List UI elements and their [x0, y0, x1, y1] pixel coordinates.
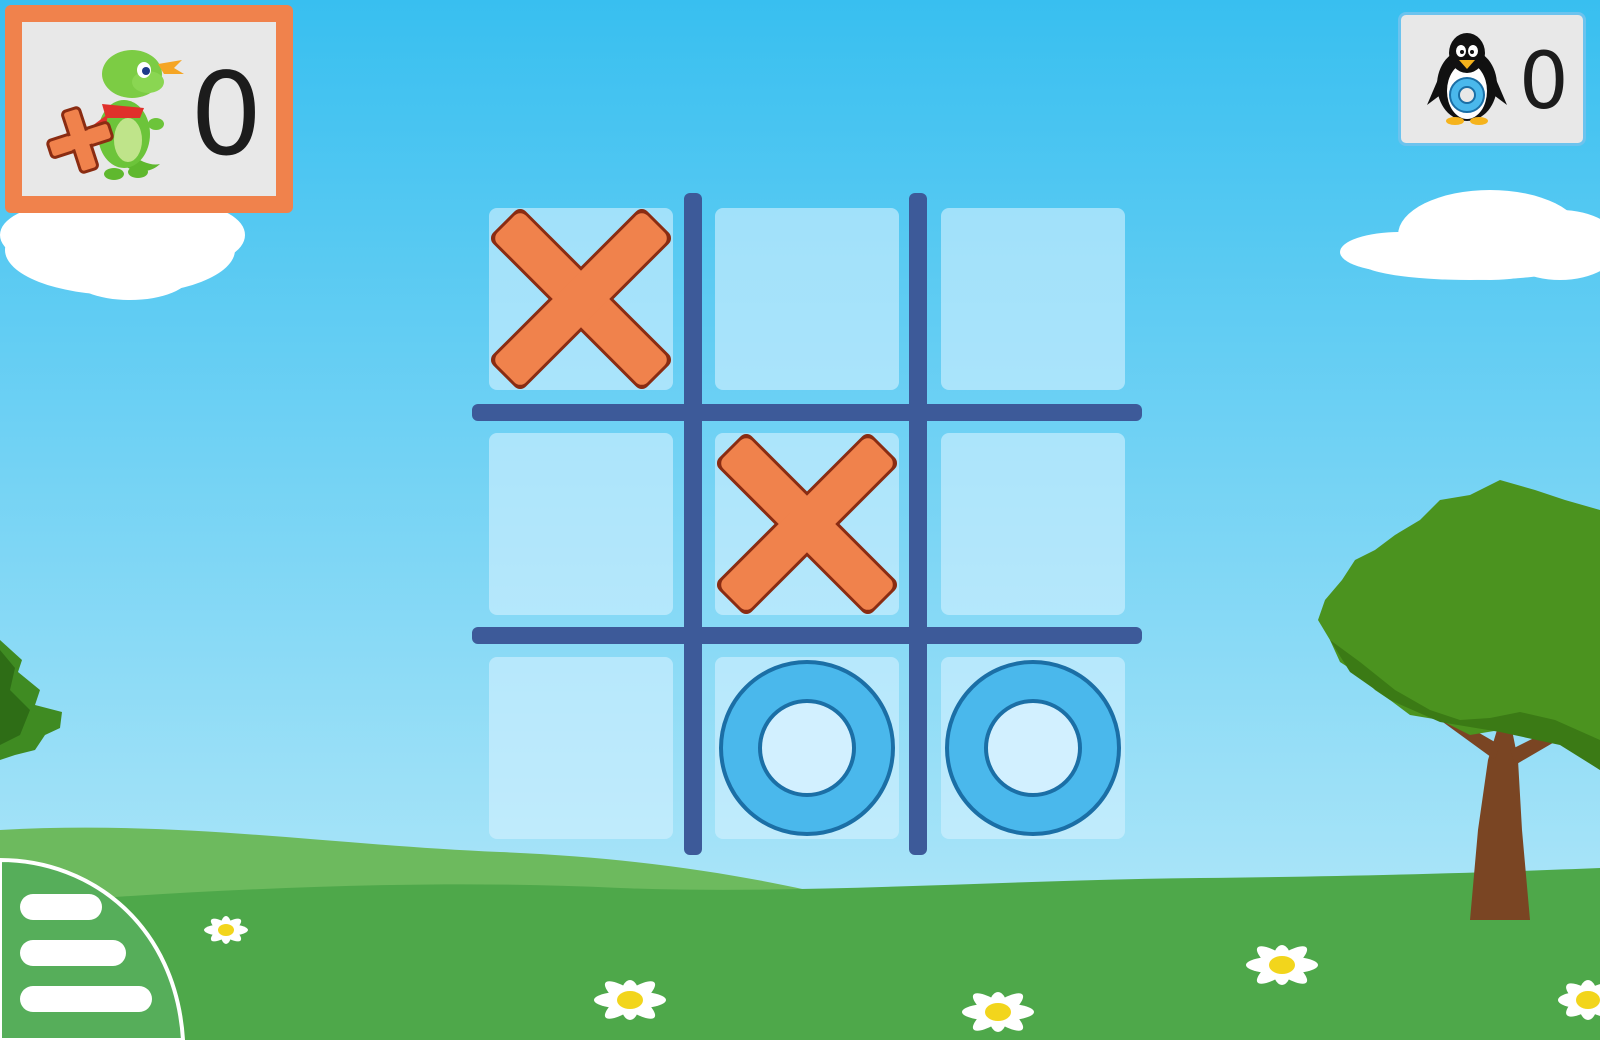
- grid-line-vertical-1: [684, 193, 702, 855]
- board-cell-6[interactable]: [941, 433, 1125, 615]
- grass-ground: [0, 868, 1600, 1040]
- grid-line-horizontal-2: [472, 627, 1142, 644]
- board-cell-3[interactable]: [941, 208, 1125, 390]
- board-cell-8[interactable]: [715, 657, 899, 839]
- x-mark: [716, 433, 898, 615]
- o-mark: [945, 660, 1121, 836]
- board-cell-9[interactable]: [941, 657, 1125, 839]
- board-cell-5[interactable]: [715, 433, 899, 615]
- player-x-score-card: 0: [5, 5, 293, 213]
- dragon-icon: [46, 50, 184, 180]
- penguin-icon: [1427, 33, 1507, 125]
- grid-line-horizontal-1: [472, 404, 1142, 421]
- board-cell-1[interactable]: [489, 208, 673, 390]
- grid-line-vertical-2: [909, 193, 927, 855]
- player-o-score: 0: [1519, 37, 1569, 127]
- player-x-score: 0: [190, 48, 263, 181]
- board-cell-2[interactable]: [715, 208, 899, 390]
- game-screen: 0 0: [0, 0, 1600, 1040]
- board-cell-7[interactable]: [489, 657, 673, 839]
- x-mark: [490, 208, 672, 390]
- player-o-score-card: 0: [1398, 12, 1586, 146]
- menu-button[interactable]: [0, 856, 190, 1040]
- game-board: [472, 193, 1142, 855]
- o-mark: [719, 660, 895, 836]
- board-cell-4[interactable]: [489, 433, 673, 615]
